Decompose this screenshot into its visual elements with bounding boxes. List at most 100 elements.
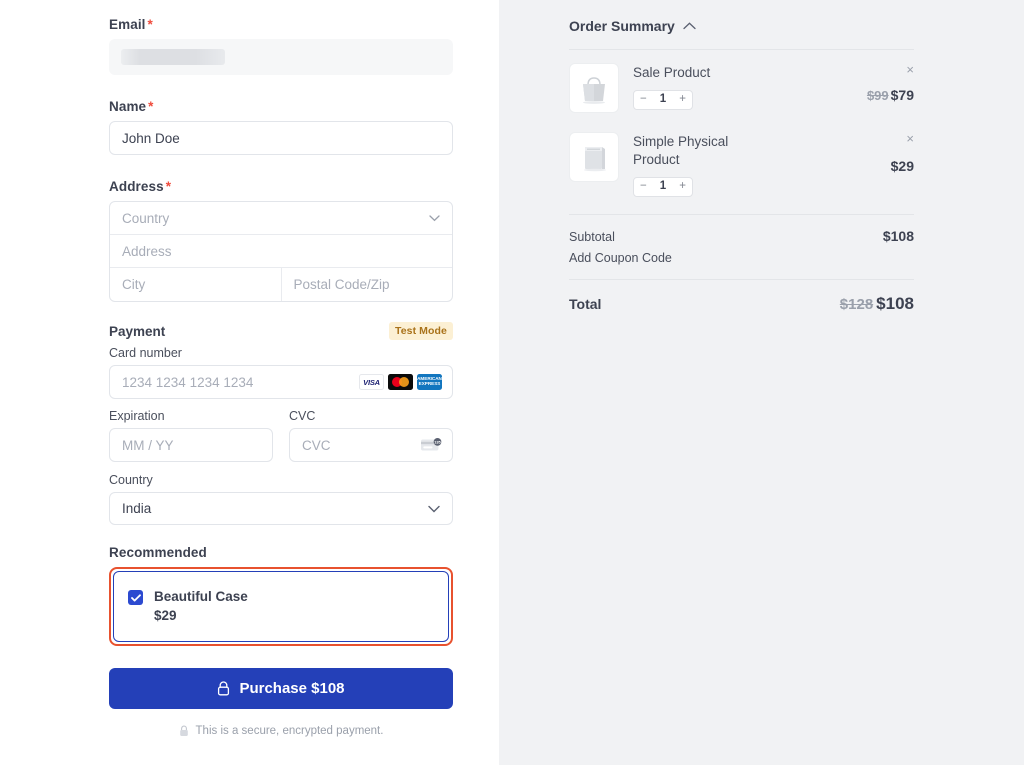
remove-item-icon[interactable]: × [906,132,914,145]
checkout-form: Email * Name * John Doe Address * Country [109,17,453,737]
country-select-value: Country [122,210,170,226]
quantity-value: 1 [659,93,667,106]
total-value: $108 [876,293,914,313]
name-label-text: Name [109,99,147,114]
quantity-stepper[interactable]: − 1 + [633,176,693,197]
email-input[interactable] [109,39,453,75]
address-field-group: Address * Country Address City Postal Cod… [109,179,453,302]
quantity-decrease-button[interactable]: − [640,94,647,106]
recommended-highlight-annotation: Beautiful Case $29 [109,567,453,647]
visa-icon: VISA [359,374,384,390]
checkout-form-pane: Email * Name * John Doe Address * Country [0,0,499,765]
order-summary-header[interactable]: Order Summary [569,17,914,35]
email-label-text: Email [109,17,146,32]
checkout-page: Email * Name * John Doe Address * Country [0,0,1024,765]
recommended-product-name: Beautiful Case [154,589,248,604]
quantity-decrease-button[interactable]: − [640,181,647,193]
cvc-group: CVC CVC 135 [289,409,453,462]
name-label: Name * [109,99,453,114]
secure-payment-note: This is a secure, encrypted payment. [109,725,453,737]
lock-icon [179,725,188,737]
divider [569,278,914,280]
quantity-stepper[interactable]: − 1 + [633,89,693,110]
payment-title: Payment [109,323,166,339]
street-address-input: Address [122,243,172,259]
order-summary: Order Summary Sale Product − 1 + × $99 $… [569,17,914,314]
order-item-price: $79 [890,87,914,103]
order-item-body: Sale Product − 1 + [619,63,828,110]
remove-item-icon[interactable]: × [906,63,914,76]
cvc-label: CVC [289,409,316,423]
order-item-name: Sale Product [633,65,711,80]
required-asterisk: * [147,17,153,32]
total-value-group: $128 $108 [840,294,914,314]
name-input[interactable]: John Doe [109,121,453,155]
order-item-right: × $99 $79 [828,63,914,103]
address-label: Address * [109,179,453,194]
city-input[interactable]: City [110,268,281,301]
divider [569,213,914,215]
recommended-upsell-card[interactable]: Beautiful Case $29 [113,571,449,643]
product-thumbnail-box-package [569,132,619,182]
address-group: Country Address City Postal Code/Zip [109,201,453,302]
lock-icon [218,681,230,696]
recommended-section: Recommended Beautiful Case $29 [109,545,453,647]
product-thumbnail-tote-bag [569,63,619,113]
purchase-button[interactable]: Purchase $108 [109,668,453,710]
city-postal-row: City Postal Code/Zip [110,268,452,301]
card-brand-icons: VISA AMERICAN EXPRESS [359,374,442,390]
payment-section: Payment Test Mode Card number 1234 1234 … [109,322,453,525]
recommended-product-price: $29 [154,608,177,624]
required-asterisk: * [165,179,172,194]
cvc-field-wrap: CVC 135 [289,428,453,462]
required-asterisk: * [148,99,154,114]
recommended-checkbox[interactable] [128,590,143,605]
email-loading-skeleton [121,49,225,65]
payment-country-label: Country [109,473,153,487]
email-field-group: Email * [109,17,453,75]
expiration-label: Expiration [109,409,165,423]
quantity-increase-button[interactable]: + [679,181,686,193]
chevron-up-icon[interactable] [683,17,696,35]
add-coupon-code-link[interactable]: Add Coupon Code [569,251,914,265]
purchase-button-label: Purchase $108 [239,680,345,698]
order-item: Simple Physical Product − 1 + × $29 [569,126,914,210]
address-label-text: Address [109,179,164,194]
country-select-row[interactable]: Country [110,202,452,235]
card-number-placeholder: 1234 1234 1234 1234 [122,374,254,390]
test-mode-badge: Test Mode [388,322,453,340]
chevron-down-icon [429,214,440,222]
total-row: Total $128 $108 [569,294,914,314]
cvc-hint-icon: 135 [421,438,442,451]
order-summary-pane: Order Summary Sale Product − 1 + × $99 $… [499,0,1024,765]
quantity-value: 1 [659,180,667,193]
card-number-input[interactable]: 1234 1234 1234 1234 VISA AMERICAN EXPRESS [109,365,453,399]
subtotal-row: Subtotal $108 [569,228,914,244]
street-address-row[interactable]: Address [110,235,452,268]
order-item-original-price: $99 [866,88,889,103]
quantity-increase-button[interactable]: + [679,94,686,106]
subtotal-label: Subtotal [569,229,615,244]
postal-code-input[interactable]: Postal Code/Zip [280,268,453,301]
total-original-value: $128 [839,295,874,313]
subtotal-value: $108 [882,227,914,244]
total-label: Total [569,295,602,312]
email-label: Email * [109,17,453,32]
recommended-label: Recommended [109,545,207,560]
expiration-input[interactable]: MM / YY [109,428,273,462]
secure-payment-text: This is a secure, encrypted payment. [195,725,384,738]
payment-header: Payment Test Mode [109,322,453,340]
expiration-group: Expiration MM / YY [109,409,273,462]
order-item: Sale Product − 1 + × $99 $79 [569,50,914,126]
chevron-down-icon [428,501,440,516]
order-item-name: Simple Physical Product [633,134,729,167]
order-item-body: Simple Physical Product − 1 + [619,132,828,197]
expiry-cvc-row: Expiration MM / YY CVC CVC 135 [109,409,453,462]
mastercard-icon [388,374,413,390]
card-number-label: Card number [109,346,182,360]
payment-country-select[interactable]: India [109,492,453,525]
svg-text:135: 135 [434,440,441,444]
order-item-price-line: $29 [828,158,914,174]
order-item-price: $29 [890,158,914,174]
order-summary-title: Order Summary [569,18,675,34]
